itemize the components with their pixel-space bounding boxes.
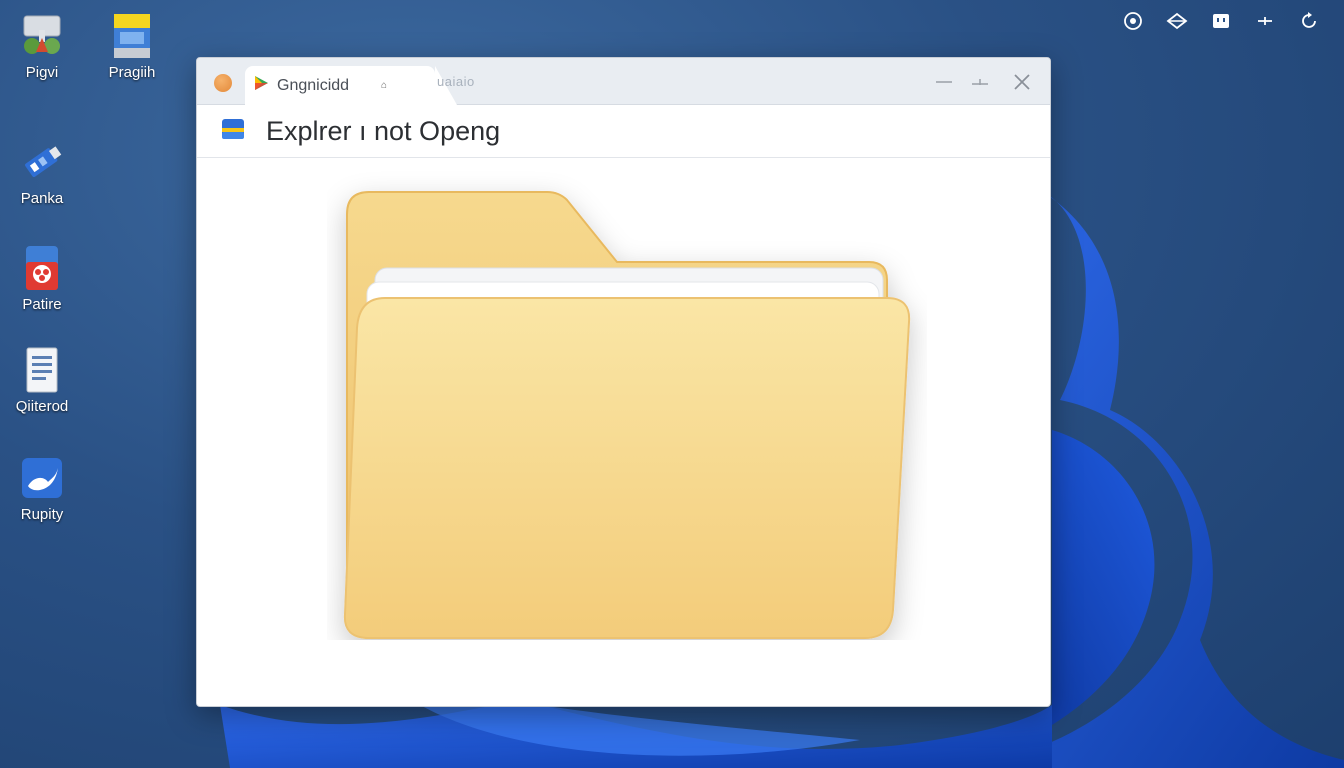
explorer-app-icon bbox=[221, 118, 245, 145]
system-tray bbox=[1122, 10, 1320, 32]
desktop-icon-pigvi[interactable]: Pigvi bbox=[0, 12, 84, 81]
tab-inactive[interactable]: uaiaio bbox=[437, 74, 475, 89]
document-icon bbox=[18, 346, 66, 394]
desktop-icon-panka[interactable]: Panka bbox=[0, 138, 84, 207]
desktop-icon-label: Panka bbox=[20, 190, 64, 207]
desktop-icon-pragiih[interactable]: Pragiih bbox=[90, 12, 174, 81]
play-icon bbox=[253, 75, 269, 96]
desktop-icon-label: Rupity bbox=[20, 506, 64, 523]
battery-icon[interactable] bbox=[1210, 10, 1232, 32]
app-window-icon bbox=[108, 12, 156, 60]
desktop-icon-label: Pragiih bbox=[108, 64, 156, 81]
window-title: Explrer ı not Openg bbox=[266, 115, 501, 146]
tab-title: Gngnicidd bbox=[277, 76, 350, 94]
close-button[interactable] bbox=[1008, 68, 1036, 96]
desktop-icon-qiiterod[interactable]: Qiiterod bbox=[0, 346, 84, 415]
minimize-button[interactable] bbox=[930, 68, 958, 96]
network-tree-icon bbox=[18, 12, 66, 60]
maximize-button[interactable] bbox=[966, 68, 994, 96]
red-app-icon bbox=[18, 244, 66, 292]
desktop-icon-label: Pigvi bbox=[25, 64, 59, 81]
refresh-icon[interactable] bbox=[1298, 10, 1320, 32]
eye-icon[interactable] bbox=[1122, 10, 1144, 32]
folder-icon[interactable] bbox=[327, 170, 927, 640]
blue-bird-app-icon bbox=[18, 454, 66, 502]
desktop-icon-patire[interactable]: Patire bbox=[0, 244, 84, 313]
window-titlebar: Explrer ı not Openg bbox=[197, 105, 1050, 158]
usb-drive-icon bbox=[18, 138, 66, 186]
tab-bar: Gngnicidd ⌂ uaiaio bbox=[197, 58, 1050, 105]
desktop-icon-rupity[interactable]: Rupity bbox=[0, 454, 84, 523]
tab-home-icon: ⌂ bbox=[381, 80, 388, 91]
wifi-icon[interactable] bbox=[1166, 10, 1188, 32]
tab-active[interactable]: Gngnicidd ⌂ bbox=[245, 66, 457, 105]
desktop-icon-label: Qiiterod bbox=[15, 398, 69, 415]
window-content bbox=[197, 158, 1050, 706]
tab-status-dot-icon bbox=[214, 74, 232, 92]
brightness-icon[interactable] bbox=[1254, 10, 1276, 32]
explorer-window: Gngnicidd ⌂ uaiaio Explrer ı not Openg bbox=[196, 57, 1051, 707]
desktop-icon-label: Patire bbox=[22, 296, 62, 313]
